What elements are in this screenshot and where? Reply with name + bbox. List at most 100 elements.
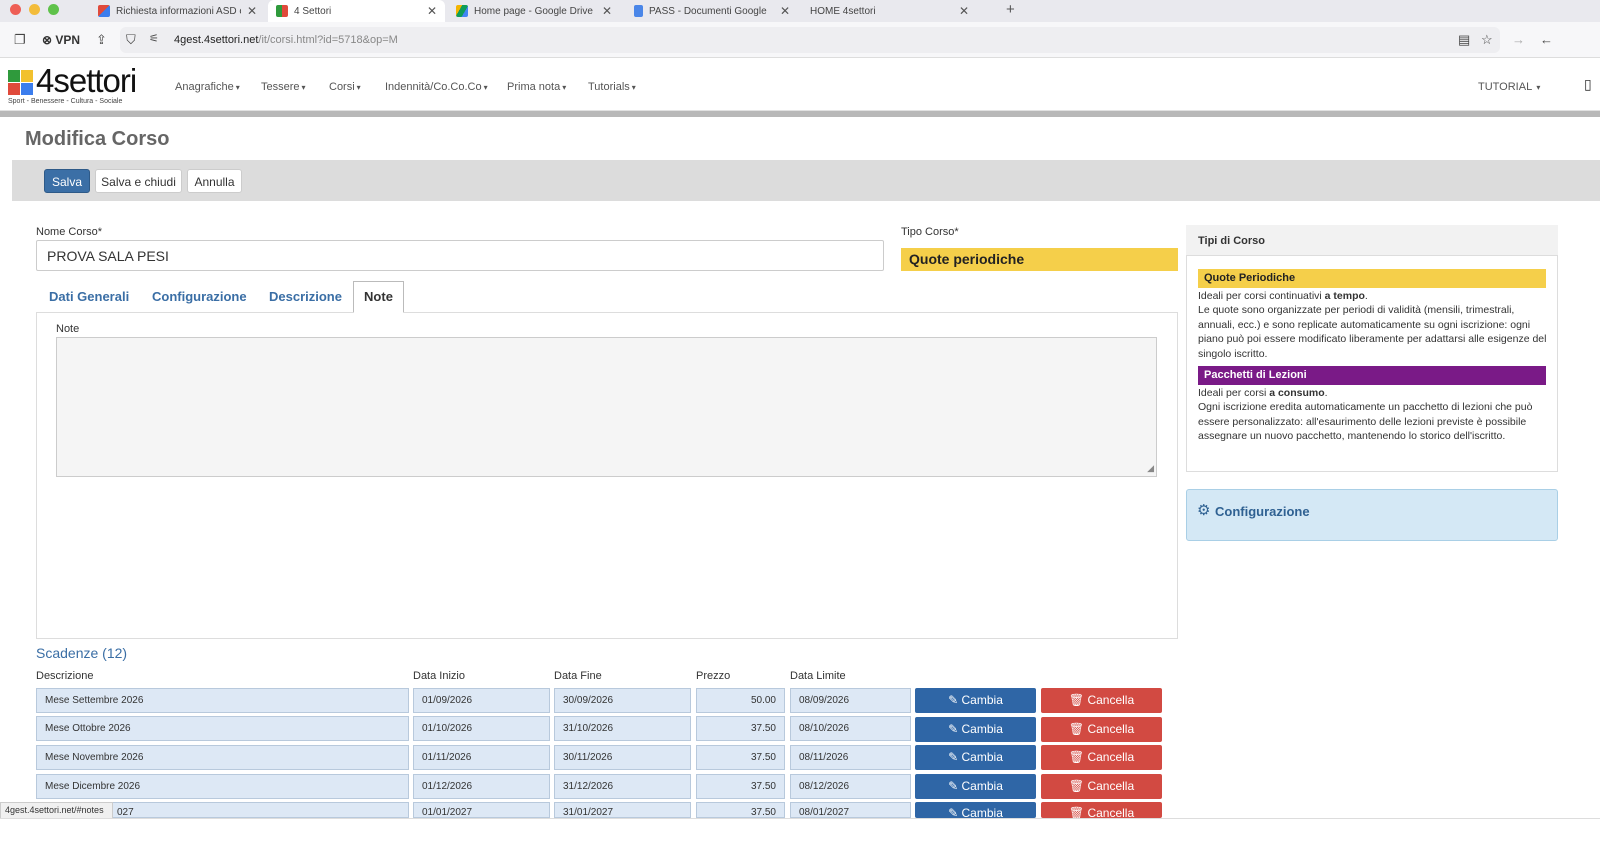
- pencil-icon: ✎: [948, 779, 962, 793]
- cancel-button[interactable]: Annulla: [187, 169, 242, 193]
- tab-close-icon[interactable]: ✕: [427, 4, 437, 18]
- cell-data-limite[interactable]: 08/11/2026: [790, 745, 911, 770]
- share-icon[interactable]: ⇪: [96, 32, 107, 48]
- cell-descrizione[interactable]: Mese Novembre 2026: [36, 745, 409, 770]
- tab-dati-generali[interactable]: Dati Generali: [49, 289, 129, 304]
- browser-tab-gmail[interactable]: Richiesta informazioni ASD ed a ✕: [90, 0, 265, 22]
- pencil-icon: ✎: [948, 806, 962, 818]
- tipi-corso-title: Tipi di Corso: [1186, 225, 1558, 256]
- nav-tessere[interactable]: Tessere ▾: [261, 81, 306, 93]
- tab-close-icon[interactable]: ✕: [959, 4, 969, 18]
- minimize-window-icon[interactable]: [29, 4, 40, 15]
- cell-data-fine[interactable]: 31/01/2027: [554, 802, 691, 818]
- cell-prezzo[interactable]: 37.50: [696, 716, 785, 741]
- cell-prezzo[interactable]: 37.50: [696, 774, 785, 799]
- cell-data-inizio[interactable]: 01/12/2026: [413, 774, 550, 799]
- cell-data-limite[interactable]: 08/09/2026: [790, 688, 911, 713]
- cancella-button[interactable]: 🗑 Cancella: [1041, 802, 1162, 818]
- bottom-bar: [0, 818, 1600, 845]
- reader-icon[interactable]: ▤: [1458, 32, 1470, 48]
- browser-tab-drive[interactable]: Home page - Google Drive ✕: [448, 0, 620, 22]
- cell-data-fine[interactable]: 31/10/2026: [554, 716, 691, 741]
- site-settings-icon[interactable]: ⚟: [149, 32, 159, 45]
- cell-data-fine[interactable]: 30/11/2026: [554, 745, 691, 770]
- tab-close-icon[interactable]: ✕: [602, 4, 612, 18]
- pencil-icon: ✎: [948, 750, 962, 764]
- cambia-button[interactable]: ✎ Cambia: [915, 745, 1036, 770]
- maximize-window-icon[interactable]: [48, 4, 59, 15]
- cell-data-inizio[interactable]: 01/09/2026: [413, 688, 550, 713]
- cell-data-inizio[interactable]: 01/11/2026: [413, 745, 550, 770]
- cell-data-limite[interactable]: 08/10/2026: [790, 716, 911, 741]
- cell-descrizione[interactable]: Mese Settembre 2026: [36, 688, 409, 713]
- cambia-button[interactable]: ✎ Cambia: [915, 774, 1036, 799]
- cell-data-fine[interactable]: 31/12/2026: [554, 774, 691, 799]
- logo-square-yellow: [21, 70, 33, 82]
- bookmark-star-icon[interactable]: ☆: [1481, 32, 1493, 48]
- pacchetti-description: Ogni iscrizione eredita automaticamente …: [1198, 401, 1533, 442]
- cell-data-fine[interactable]: 30/09/2026: [554, 688, 691, 713]
- cancella-button[interactable]: 🗑 Cancella: [1041, 745, 1162, 770]
- pacchetti-intro: Ideali per corsi a consumo.: [1198, 387, 1328, 399]
- quote-intro: Ideali per corsi continuativi a tempo.: [1198, 290, 1368, 302]
- vpn-badge[interactable]: ⊗ VPN: [42, 33, 80, 47]
- note-label: Note: [56, 323, 80, 335]
- browser-tab-4settori[interactable]: 4 Settori ✕: [268, 0, 445, 22]
- back-icon[interactable]: ←: [1540, 32, 1553, 47]
- new-tab-icon[interactable]: +: [1006, 0, 1015, 22]
- cambia-button[interactable]: ✎ Cambia: [915, 717, 1036, 742]
- cell-prezzo[interactable]: 50.00: [696, 688, 785, 713]
- logout-icon[interactable]: ▯: [1584, 76, 1592, 93]
- caret-down-icon: ▾: [356, 83, 361, 92]
- cancella-button[interactable]: 🗑 Cancella: [1041, 717, 1162, 742]
- trash-icon: 🗑: [1068, 750, 1088, 764]
- status-bar-url: 4gest.4settori.net/#notes: [0, 802, 113, 819]
- configurazione-panel[interactable]: ⚙ Configurazione: [1186, 489, 1558, 541]
- tab-configurazione[interactable]: Configurazione: [152, 289, 247, 304]
- sidebar-toggle-icon[interactable]: ❐: [14, 32, 26, 48]
- cell-data-inizio[interactable]: 01/01/2027: [413, 802, 550, 818]
- nav-user-menu[interactable]: TUTORIAL ▾: [1478, 81, 1540, 93]
- forward-icon[interactable]: →: [1512, 32, 1525, 47]
- trash-icon: 🗑: [1068, 779, 1088, 793]
- shield-icon[interactable]: ⛉: [126, 32, 136, 48]
- close-window-icon[interactable]: [10, 4, 21, 15]
- logo[interactable]: 4settori Sport - Benessere - Cultura - S…: [8, 62, 163, 108]
- tab-close-icon[interactable]: ✕: [780, 4, 790, 18]
- save-button[interactable]: Salva: [44, 169, 90, 193]
- caret-down-icon: ▾: [483, 83, 488, 92]
- cell-prezzo[interactable]: 37.50: [696, 745, 785, 770]
- save-close-button[interactable]: Salva e chiudi: [95, 169, 182, 193]
- tab-note[interactable]: Note: [353, 281, 404, 313]
- nav-tutorials[interactable]: Tutorials ▾: [588, 81, 636, 93]
- nav-corsi[interactable]: Corsi ▾: [329, 81, 361, 93]
- tab-descrizione[interactable]: Descrizione: [269, 289, 342, 304]
- cell-data-inizio[interactable]: 01/10/2026: [413, 716, 550, 741]
- cell-prezzo[interactable]: 37.50: [696, 802, 785, 818]
- logo-square-red: [8, 83, 20, 95]
- caret-down-icon: ▾: [235, 83, 240, 92]
- col-header-data-limite: Data Limite: [790, 670, 846, 682]
- logo-square-blue: [21, 83, 33, 95]
- nav-prima-nota[interactable]: Prima nota ▾: [507, 81, 566, 93]
- cell-descrizione[interactable]: Mese Ottobre 2026: [36, 716, 409, 741]
- col-header-prezzo: Prezzo: [696, 670, 731, 682]
- cell-data-limite[interactable]: 08/01/2027: [790, 802, 911, 818]
- note-textarea[interactable]: ◢: [56, 337, 1157, 477]
- cambia-button[interactable]: ✎ Cambia: [915, 688, 1036, 713]
- brand-slogan: Sport - Benessere - Cultura - Sociale: [8, 98, 123, 105]
- nav-indennita[interactable]: Indennità/Co.Co.Co ▾: [385, 81, 488, 93]
- logo-square-green: [8, 70, 20, 82]
- resize-handle-icon[interactable]: ◢: [1147, 463, 1154, 474]
- cancella-button[interactable]: 🗑 Cancella: [1041, 688, 1162, 713]
- tab-close-icon[interactable]: ✕: [247, 4, 257, 18]
- cell-descrizione[interactable]: Mese Dicembre 2026: [36, 774, 409, 799]
- cambia-button[interactable]: ✎ Cambia: [915, 802, 1036, 818]
- browser-tab-home4settori[interactable]: HOME 4settori ✕: [802, 0, 977, 22]
- url-text[interactable]: 4gest.4settori.net/it/corsi.html?id=5718…: [174, 34, 398, 46]
- cancella-button[interactable]: 🗑 Cancella: [1041, 774, 1162, 799]
- nav-anagrafiche[interactable]: Anagrafiche ▾: [175, 81, 240, 93]
- nome-corso-input[interactable]: PROVA SALA PESI: [36, 240, 884, 271]
- browser-tab-docs[interactable]: PASS - Documenti Google ✕: [626, 0, 798, 22]
- cell-data-limite[interactable]: 08/12/2026: [790, 774, 911, 799]
